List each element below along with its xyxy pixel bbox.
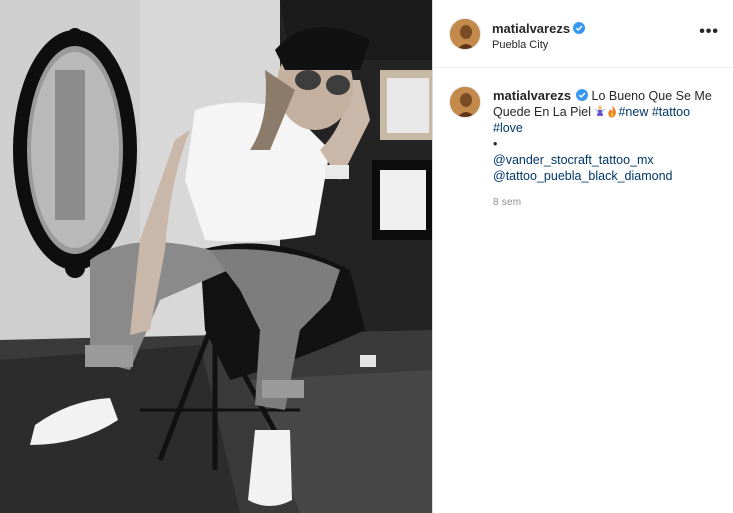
post-location[interactable]: Puebla City [492,39,548,51]
post-caption: matialvarezs Lo Bueno Que Se Me Quede En… [493,88,721,184]
mention-vander-stocraft[interactable]: @vander_stocraft_tattoo_mx [493,153,654,167]
hashtag-tattoo[interactable]: #tattoo [652,105,690,119]
verified-badge-icon [573,22,586,34]
mention-tattoo-puebla[interactable]: @tattoo_puebla_black_diamond [493,169,673,183]
fire-emoji-icon [608,105,617,118]
hashtag-love[interactable]: #love [493,121,523,135]
caption-author-avatar[interactable] [449,86,481,118]
post-header: matialvarezs Puebla City ••• [434,0,733,68]
instagram-post-modal: matialvarezs Puebla City ••• matialvarez… [0,0,733,513]
post-sidebar: matialvarezs Puebla City ••• matialvarez… [434,0,733,513]
more-options-icon[interactable]: ••• [699,23,719,41]
post-timestamp[interactable]: 8 sem [493,197,521,208]
post-photo-image [0,0,432,513]
author-name-row: matialvarezs [492,20,586,38]
post-photo[interactable] [0,0,433,513]
avatar-image [450,19,480,49]
caption-username[interactable]: matialvarezs [493,88,571,103]
avatar-image [450,87,480,117]
author-username[interactable]: matialvarezs [492,21,570,36]
caption-bullet: • [493,137,498,151]
fairy-emoji-icon [595,105,606,116]
author-avatar[interactable] [449,18,481,50]
hashtag-new[interactable]: #new [618,105,648,119]
verified-badge-icon [576,89,589,101]
